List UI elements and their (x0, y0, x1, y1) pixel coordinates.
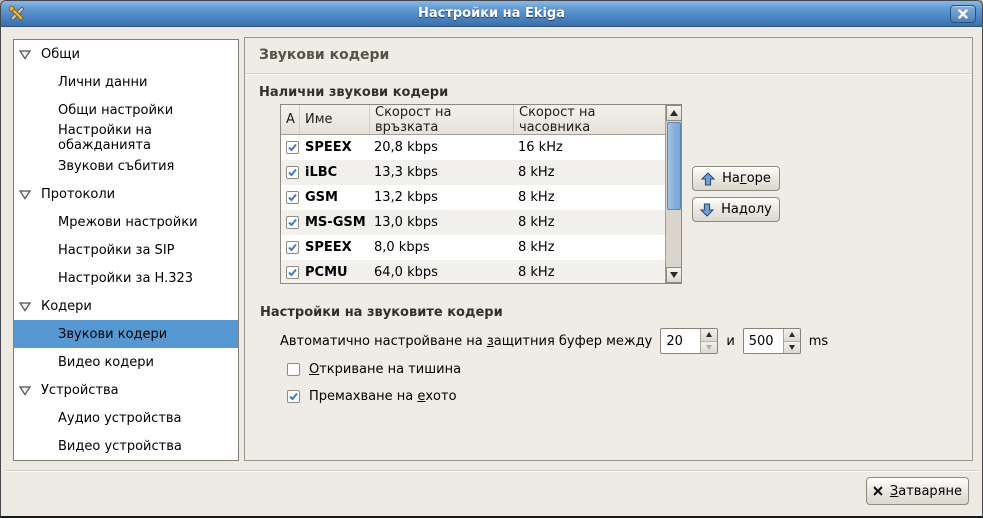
table-scrollbar[interactable] (665, 105, 681, 283)
scroll-down-icon[interactable] (666, 267, 682, 283)
sidebar-item-sound-events[interactable]: Звукови събития (14, 152, 238, 180)
codec-enabled-checkbox[interactable] (286, 166, 299, 179)
check-icon (287, 142, 298, 153)
echo-cancellation-checkbox[interactable] (287, 390, 300, 403)
sidebar-item-video-devices[interactable]: Видео устройства (14, 432, 238, 460)
sidebar-tree: Общи Лични данни Общи настройки Настройк… (13, 39, 239, 461)
preferences-window: Настройки на Ekiga Общи Лични данни Общи… (0, 0, 983, 518)
check-icon (287, 267, 298, 278)
table-header: А Име Скорост на връзката Скорост на час… (281, 105, 681, 135)
sidebar-item-call-options[interactable]: Настройки на обажданията (14, 124, 238, 152)
unit-label: ms (809, 334, 828, 349)
footer-separator (5, 470, 978, 472)
column-header-bitrate[interactable]: Скорост на връзката (370, 105, 514, 134)
spin-up-icon[interactable] (784, 329, 800, 341)
check-icon (287, 242, 298, 253)
table-row[interactable]: SPEEX 8,0 kbps 8 kHz (281, 235, 681, 260)
echo-cancellation-row[interactable]: Премахване на ехото (287, 389, 457, 404)
scroll-up-icon[interactable] (666, 105, 682, 121)
check-icon (287, 167, 298, 178)
arrow-up-icon (701, 172, 715, 186)
page-title: Звукови кодери (259, 47, 389, 63)
table-row[interactable]: GSM 13,2 kbps 8 kHz (281, 185, 681, 210)
close-x-icon (873, 485, 883, 497)
expander-icon[interactable] (19, 301, 31, 311)
close-button[interactable]: Затваряне (866, 477, 969, 505)
jitter-buffer-row: Автоматично настройване на защитния буфе… (280, 328, 828, 354)
table-body: SPEEX 20,8 kbps 16 kHz iLBC 13,3 kbps 8 … (281, 135, 681, 284)
codec-enabled-checkbox[interactable] (286, 141, 299, 154)
codec-enabled-checkbox[interactable] (286, 266, 299, 279)
buffer-min-spinner[interactable]: 20 (660, 328, 718, 354)
column-header-name[interactable]: Име (300, 105, 370, 134)
table-row[interactable]: PCMU 64,0 kbps 8 kHz (281, 260, 681, 284)
spin-up-icon[interactable] (701, 329, 717, 341)
jitter-buffer-label: Автоматично настройване на защитния буфе… (280, 334, 652, 349)
check-icon (287, 192, 298, 203)
buffer-max-value[interactable]: 500 (744, 329, 783, 353)
sidebar-item-sip-settings[interactable]: Настройки за SIP (14, 236, 238, 264)
available-codecs-section-label: Налични звукови кодери (259, 85, 448, 100)
table-row[interactable]: SPEEX 20,8 kbps 16 kHz (281, 135, 681, 160)
sidebar-item-network-settings[interactable]: Мрежови настройки (14, 208, 238, 236)
move-down-button[interactable]: Надолу (692, 197, 780, 222)
check-icon (288, 391, 299, 402)
sidebar-item-codecs[interactable]: Кодери (14, 292, 238, 320)
connector-label: и (726, 334, 734, 349)
buffer-max-spinner[interactable]: 500 (743, 328, 801, 354)
sidebar-item-general[interactable]: Общи (14, 40, 238, 68)
scrollbar-thumb[interactable] (667, 122, 681, 210)
expander-icon[interactable] (19, 49, 31, 59)
header-separator (246, 73, 971, 75)
sidebar-item-protocols[interactable]: Протоколи (14, 180, 238, 208)
buffer-min-value[interactable]: 20 (661, 329, 700, 353)
arrow-down-icon (700, 203, 714, 217)
spin-down-icon[interactable] (701, 341, 717, 354)
column-header-active[interactable]: А (281, 105, 300, 134)
expander-icon[interactable] (19, 189, 31, 199)
window-title: Настройки на Ekiga (1, 6, 982, 21)
sidebar-item-general-settings[interactable]: Общи настройки (14, 96, 238, 124)
sidebar-item-audio-codecs[interactable]: Звукови кодери (14, 320, 238, 348)
spin-down-icon[interactable] (784, 341, 800, 354)
table-row[interactable]: iLBC 13,3 kbps 8 kHz (281, 160, 681, 185)
main-panel: Звукови кодери Налични звукови кодери А … (244, 37, 973, 461)
codec-enabled-checkbox[interactable] (286, 216, 299, 229)
check-icon (287, 217, 298, 228)
close-icon (958, 9, 968, 19)
move-up-button[interactable]: Нагоре (692, 166, 780, 191)
sidebar-item-devices[interactable]: Устройства (14, 376, 238, 404)
sidebar-item-personal-data[interactable]: Лични данни (14, 68, 238, 96)
codec-settings-section-label: Настройки на звуковите кодери (260, 305, 503, 320)
sidebar-item-video-codecs[interactable]: Видео кодери (14, 348, 238, 376)
codec-enabled-checkbox[interactable] (286, 241, 299, 254)
codec-table: А Име Скорост на връзката Скорост на час… (280, 104, 682, 284)
tools-icon (7, 4, 27, 24)
silence-detection-checkbox[interactable] (287, 363, 300, 376)
sidebar-item-audio-devices[interactable]: Аудио устройства (14, 404, 238, 432)
sidebar-item-h323-settings[interactable]: Настройки за H.323 (14, 264, 238, 292)
silence-detection-row[interactable]: Откриване на тишина (287, 362, 461, 377)
window-close-button[interactable] (950, 5, 976, 23)
table-row[interactable]: MS-GSM 13,0 kbps 8 kHz (281, 210, 681, 235)
expander-icon[interactable] (19, 385, 31, 395)
column-header-clock[interactable]: Скорост на часовника (514, 105, 665, 134)
codec-enabled-checkbox[interactable] (286, 191, 299, 204)
echo-cancellation-label: Премахване на ехото (309, 389, 457, 404)
titlebar[interactable]: Настройки на Ekiga (1, 1, 982, 27)
silence-detection-label: Откриване на тишина (309, 362, 461, 377)
